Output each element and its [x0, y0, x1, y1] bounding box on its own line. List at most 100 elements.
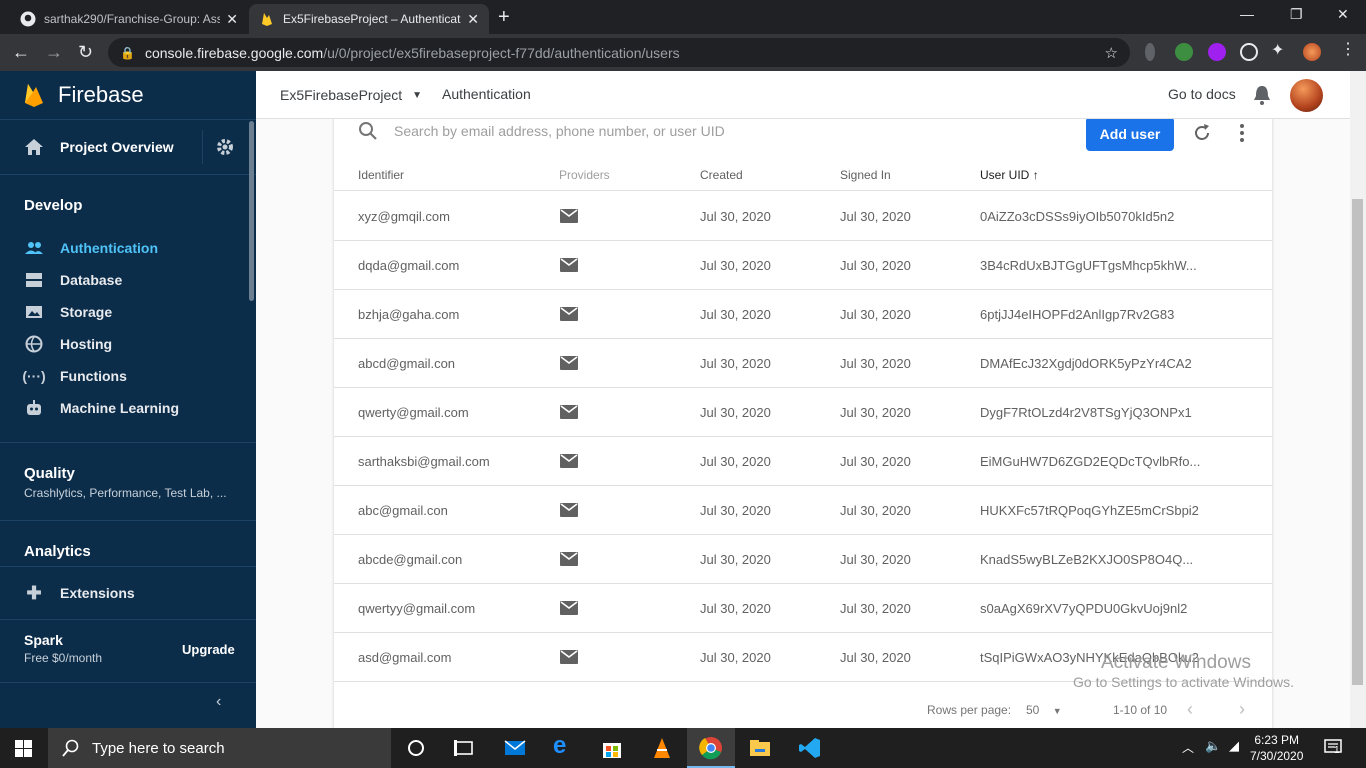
- search-input[interactable]: Search by email address, phone number, o…: [394, 123, 725, 139]
- sidebar-item-authentication[interactable]: Authentication: [0, 232, 256, 264]
- taskbar-search[interactable]: Type here to search: [48, 728, 391, 768]
- page-scrollbar[interactable]: [1350, 71, 1366, 728]
- go-to-docs-link[interactable]: Go to docs: [1168, 86, 1236, 102]
- column-header-user-uid[interactable]: User UID ↑: [980, 168, 1039, 182]
- notifications-button[interactable]: 1: [1324, 739, 1342, 760]
- sidebar-item-extensions[interactable]: ✚ Extensions: [0, 567, 256, 619]
- browser-tab-github[interactable]: sarthak290/Franchise-Group: Ass ✕: [10, 4, 248, 34]
- bookmark-star-icon[interactable]: ☆: [1105, 44, 1118, 62]
- close-icon[interactable]: ✕: [467, 11, 479, 28]
- task-view-icon[interactable]: [452, 736, 476, 760]
- chevron-up-icon[interactable]: ︿: [1182, 739, 1194, 756]
- sidebar-item-hosting[interactable]: Hosting: [0, 328, 256, 360]
- analytics-heading[interactable]: Analytics: [0, 543, 256, 560]
- upgrade-button[interactable]: Upgrade: [182, 642, 235, 657]
- vscode-icon[interactable]: [798, 736, 822, 760]
- extension-tree-icon[interactable]: [1175, 43, 1193, 61]
- cell-created: Jul 30, 2020: [700, 356, 771, 371]
- wifi-icon[interactable]: ◢: [1229, 738, 1239, 754]
- firebase-brand[interactable]: Firebase: [0, 71, 256, 119]
- sidebar-item-functions[interactable]: (···) Functions: [0, 360, 256, 392]
- refresh-icon[interactable]: [1192, 123, 1212, 143]
- cell-identifier: bzhja@gaha.com: [358, 307, 460, 322]
- vlc-icon[interactable]: [650, 736, 674, 760]
- project-overview[interactable]: Project Overview: [0, 119, 256, 175]
- avatar[interactable]: [1290, 79, 1323, 112]
- column-header-created[interactable]: Created: [700, 168, 743, 182]
- table-row[interactable]: dqda@gmail.com Jul 30, 2020 Jul 30, 2020…: [334, 241, 1272, 290]
- restore-button[interactable]: ❐: [1290, 6, 1303, 23]
- close-window-button[interactable]: ✕: [1337, 6, 1349, 23]
- forward-icon[interactable]: →: [45, 42, 63, 63]
- robot-icon: [24, 399, 44, 417]
- address-bar[interactable]: 🔒 console.firebase.google.com /u/0/proje…: [108, 38, 1130, 67]
- windows-start-icon[interactable]: [15, 740, 32, 757]
- taskbar-search-input[interactable]: Type here to search: [92, 740, 225, 757]
- collapse-chevron-icon[interactable]: ‹: [216, 693, 221, 711]
- extensions-puzzle-icon[interactable]: ✦: [1271, 40, 1289, 59]
- browser-tab-firebase[interactable]: Ex5FirebaseProject – Authenticati ✕: [249, 4, 489, 34]
- taskbar-chrome-active[interactable]: [687, 728, 735, 768]
- puzzle-icon: ✚: [26, 582, 42, 603]
- store-icon[interactable]: [600, 736, 624, 760]
- extension-purple-icon[interactable]: [1208, 43, 1226, 61]
- table-row[interactable]: abcde@gmail.con Jul 30, 2020 Jul 30, 202…: [334, 535, 1272, 584]
- search-icon: [359, 122, 377, 140]
- scrollbar-thumb[interactable]: [1352, 199, 1363, 685]
- firebase-logo-icon: [25, 84, 43, 107]
- extension-icon[interactable]: [1145, 43, 1155, 61]
- profile-avatar[interactable]: [1303, 43, 1321, 61]
- volume-icon[interactable]: 🔈: [1205, 738, 1221, 754]
- add-user-button[interactable]: Add user: [1086, 119, 1174, 151]
- rows-per-page-select[interactable]: 50 ▼: [1026, 703, 1062, 717]
- edge-icon[interactable]: e: [553, 732, 577, 759]
- column-header-identifier[interactable]: Identifier: [358, 168, 404, 182]
- chrome-icon: [699, 737, 722, 760]
- quality-heading[interactable]: Quality: [0, 465, 256, 482]
- table-row[interactable]: qwerty@gmail.com Jul 30, 2020 Jul 30, 20…: [334, 388, 1272, 437]
- table-row[interactable]: bzhja@gaha.com Jul 30, 2020 Jul 30, 2020…: [334, 290, 1272, 339]
- plan-price: Free $0/month: [24, 651, 103, 665]
- table-row[interactable]: xyz@gmqil.com Jul 30, 2020 Jul 30, 2020 …: [334, 192, 1272, 241]
- storage-icon: [24, 303, 44, 321]
- cortana-icon[interactable]: [404, 736, 428, 760]
- menu-dots-icon[interactable]: ⋮: [1340, 39, 1358, 58]
- table-row[interactable]: sarthaksbi@gmail.com Jul 30, 2020 Jul 30…: [334, 437, 1272, 486]
- search-bar[interactable]: Search by email address, phone number, o…: [358, 121, 725, 141]
- new-tab-button[interactable]: +: [498, 6, 510, 29]
- sidebar-item-machine-learning[interactable]: Machine Learning: [0, 392, 256, 424]
- lock-icon: 🔒: [120, 45, 135, 60]
- gear-icon[interactable]: [216, 138, 234, 156]
- chevron-down-icon: ▼: [1052, 706, 1062, 716]
- project-name: Ex5FirebaseProject: [280, 87, 403, 103]
- taskbar-clock[interactable]: 6:23 PM 7/30/2020: [1250, 732, 1303, 764]
- app-header: Ex5FirebaseProject ▼ Authentication Go t…: [256, 71, 1350, 119]
- table-row[interactable]: abcd@gmail.con Jul 30, 2020 Jul 30, 2020…: [334, 339, 1272, 388]
- chevron-right-icon[interactable]: ›: [1239, 699, 1245, 720]
- mail-app-icon[interactable]: [503, 736, 527, 760]
- table-row[interactable]: qwertyy@gmail.com Jul 30, 2020 Jul 30, 2…: [334, 584, 1272, 633]
- globe-icon: [24, 335, 44, 353]
- divider: [202, 130, 203, 164]
- sidebar-item-storage[interactable]: Storage: [0, 296, 256, 328]
- extension-react-icon[interactable]: [1240, 43, 1258, 61]
- chevron-left-icon[interactable]: ‹: [1187, 699, 1193, 720]
- page-range: 1-10 of 10: [1113, 703, 1168, 717]
- bell-icon[interactable]: [1253, 85, 1271, 105]
- table-row[interactable]: abc@gmail.con Jul 30, 2020 Jul 30, 2020 …: [334, 486, 1272, 535]
- close-icon[interactable]: ✕: [226, 11, 238, 28]
- cell-identifier: abcde@gmail.con: [358, 552, 463, 567]
- cell-identifier: dqda@gmail.com: [358, 258, 460, 273]
- column-header-signed-in[interactable]: Signed In: [840, 168, 891, 182]
- project-overview-label: Project Overview: [60, 139, 174, 155]
- sidebar-item-database[interactable]: Database: [0, 264, 256, 296]
- sidebar-item-label: Extensions: [60, 585, 135, 601]
- minimize-button[interactable]: —: [1240, 6, 1254, 22]
- sidebar-scrollbar[interactable]: [249, 121, 254, 301]
- more-vert-icon[interactable]: [1238, 123, 1246, 143]
- reload-icon[interactable]: ↻: [78, 42, 93, 63]
- project-selector[interactable]: Ex5FirebaseProject ▼: [280, 87, 422, 103]
- back-icon[interactable]: ←: [12, 42, 30, 63]
- file-explorer-icon[interactable]: [748, 736, 772, 760]
- sidebar-item-label: Hosting: [60, 336, 113, 352]
